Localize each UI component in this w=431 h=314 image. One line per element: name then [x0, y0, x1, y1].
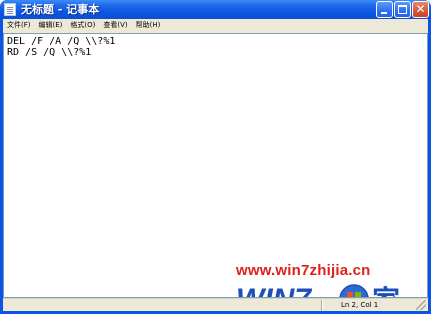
status-separator — [321, 300, 323, 311]
maximize-icon — [398, 5, 407, 14]
menu-help[interactable]: 帮助(H) — [132, 19, 165, 32]
watermark-logo-text: WIN7 — [236, 283, 312, 298]
watermark-logo-suffix: 家 — [372, 284, 400, 298]
close-icon: ✕ — [415, 2, 426, 16]
menu-format[interactable]: 格式(O) — [66, 19, 99, 32]
window-client-area: 文件(F) 编辑(E) 格式(O) 查看(V) 帮助(H) DEL /F /A … — [3, 19, 428, 311]
windows-flag-icon — [339, 284, 369, 297]
minimize-button[interactable] — [376, 1, 393, 18]
notepad-window: 无标题 - 记事本 ✕ 文件(F) 编辑(E) 格式(O) 查看(V) 帮助(H… — [0, 0, 431, 314]
resize-grip-icon[interactable] — [416, 300, 426, 310]
watermark-logo: WIN7 家 — [236, 283, 400, 298]
menu-file[interactable]: 文件(F) — [3, 19, 35, 32]
editor-line-2: RD /S /Q \\?%1 — [7, 47, 92, 58]
maximize-button[interactable] — [394, 1, 411, 18]
menu-bar: 文件(F) 编辑(E) 格式(O) 查看(V) 帮助(H) — [3, 19, 428, 32]
notepad-app-icon[interactable] — [4, 3, 16, 16]
cursor-position: Ln 2, Col 1 — [341, 301, 379, 309]
menu-view[interactable]: 查看(V) — [99, 19, 131, 32]
menu-edit[interactable]: 编辑(E) — [35, 19, 67, 32]
minimize-icon — [381, 12, 387, 14]
window-title: 无标题 - 记事本 — [21, 3, 100, 16]
status-bar: Ln 2, Col 1 — [3, 298, 428, 311]
title-bar[interactable]: 无标题 - 记事本 ✕ — [0, 0, 431, 19]
watermark-url: www.win7zhijia.cn — [236, 262, 371, 279]
close-button[interactable]: ✕ — [412, 1, 429, 18]
text-editor-area[interactable]: DEL /F /A /Q \\?%1 RD /S /Q \\?%1 www.win… — [3, 33, 428, 298]
editor-line-1: DEL /F /A /Q \\?%1 — [7, 36, 116, 47]
editor-text[interactable]: DEL /F /A /Q \\?%1 RD /S /Q \\?%1 — [7, 36, 115, 58]
